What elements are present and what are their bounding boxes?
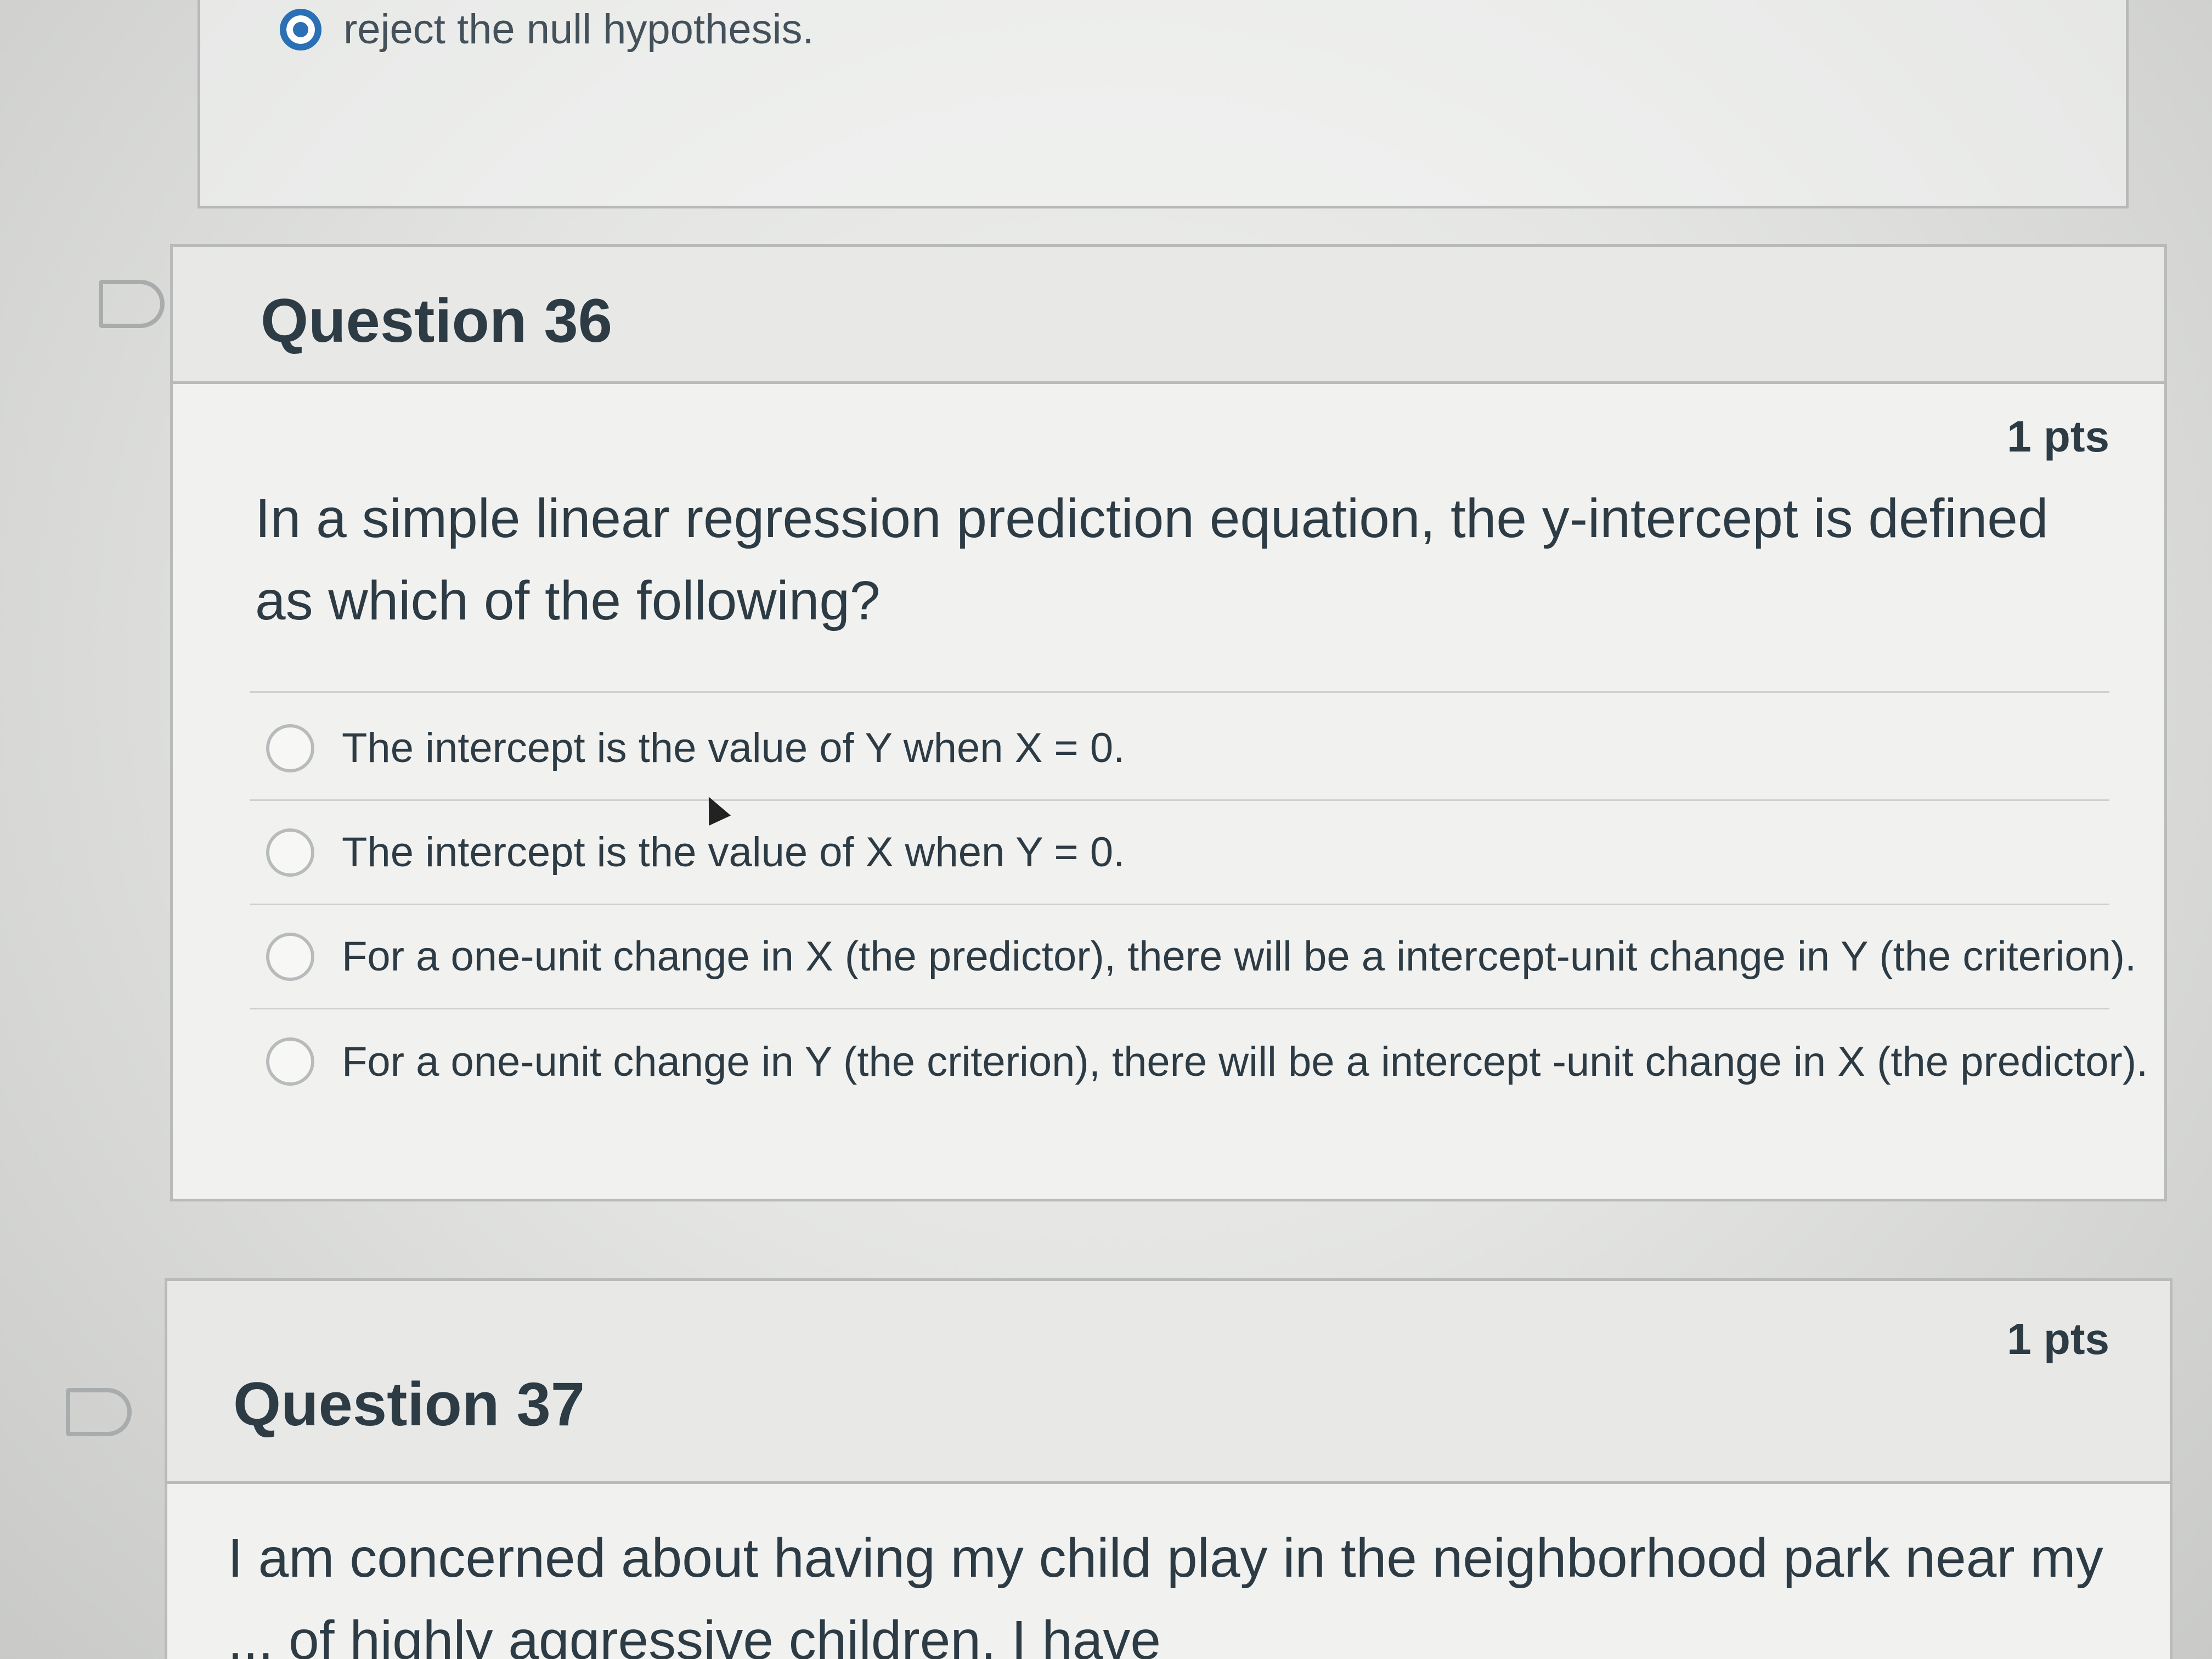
quiz-page: reject the null hypothesis. Question 36 … bbox=[0, 0, 2212, 1659]
flag-icon[interactable] bbox=[99, 280, 165, 328]
answer-option-label: The intercept is the value of Y when X =… bbox=[342, 725, 1125, 771]
question-title: Question 37 bbox=[233, 1370, 585, 1438]
question-points: 1 pts bbox=[2007, 1314, 2109, 1363]
divider bbox=[250, 691, 2109, 693]
answer-option-label: For a one-unit change in Y (the criterio… bbox=[342, 1038, 2148, 1085]
previous-answer-option[interactable]: reject the null hypothesis. bbox=[280, 5, 814, 53]
question-text: I am concerned about having my child pla… bbox=[228, 1527, 2103, 1659]
radio-button[interactable] bbox=[266, 1037, 314, 1086]
answer-option[interactable]: For a one-unit change in Y (the criterio… bbox=[250, 1009, 2148, 1114]
selected-radio-button[interactable] bbox=[280, 8, 321, 50]
answer-options: The intercept is the value of Y when X =… bbox=[250, 691, 2148, 1114]
answer-option-label: The intercept is the value of X when Y =… bbox=[342, 829, 1125, 876]
question-points: 1 pts bbox=[2007, 412, 2109, 461]
question-text: In a simple linear regression prediction… bbox=[255, 488, 2049, 631]
radio-button[interactable] bbox=[266, 932, 314, 981]
question-36-card: Question 36 1 pts In a simple linear reg… bbox=[170, 244, 2167, 1201]
radio-button[interactable] bbox=[266, 828, 314, 877]
flag-icon[interactable] bbox=[66, 1388, 132, 1436]
answer-option-label: For a one-unit change in X (the predicto… bbox=[342, 933, 2137, 980]
answer-option[interactable]: The intercept is the value of Y when X =… bbox=[250, 697, 2109, 801]
answer-option[interactable]: The intercept is the value of X when Y =… bbox=[250, 801, 2109, 905]
previous-answer-label: reject the null hypothesis. bbox=[343, 6, 814, 53]
radio-button[interactable] bbox=[266, 724, 314, 772]
question-37-card: Question 37 1 pts I am concerned about h… bbox=[165, 1278, 2172, 1659]
answer-option[interactable]: For a one-unit change in X (the predicto… bbox=[250, 905, 2136, 1009]
question-title: Question 36 bbox=[261, 286, 613, 355]
